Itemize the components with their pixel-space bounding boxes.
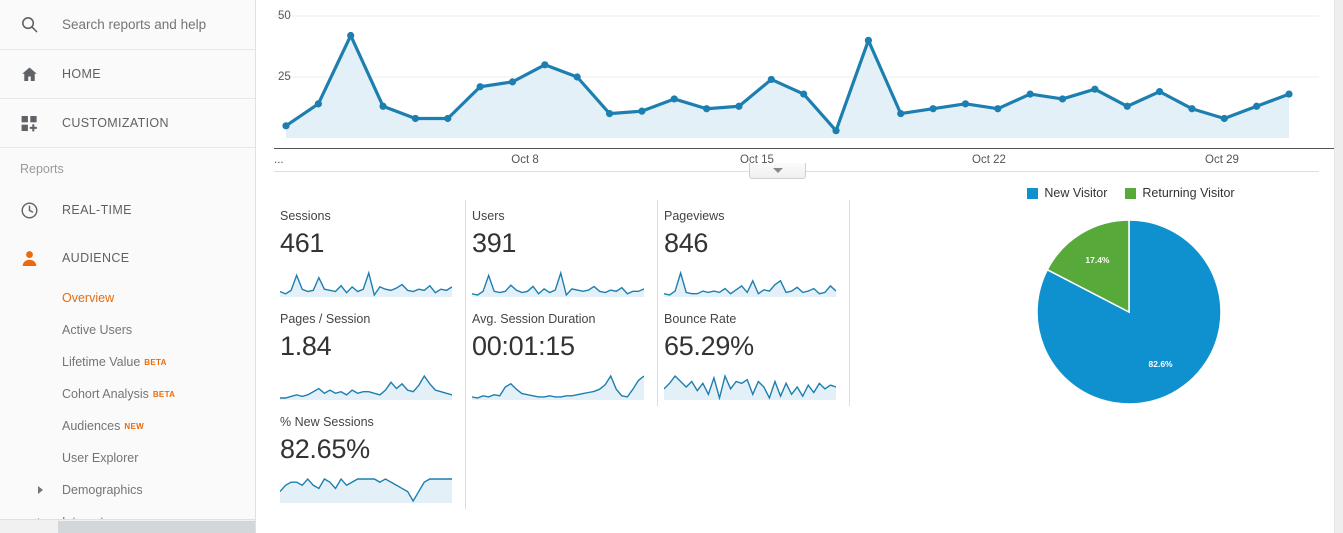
legend-label: Returning Visitor: [1142, 186, 1235, 200]
right-edge-strip: [1334, 0, 1343, 533]
sidebar-item-active-users[interactable]: Active Users: [0, 314, 255, 346]
metric-value: 846: [664, 228, 709, 258]
metric-card[interactable]: Pages / Session 1.84: [274, 303, 466, 406]
sidebar-subitem-label: Cohort Analysis: [62, 387, 149, 401]
clock-icon: [20, 201, 48, 220]
metric-sparkline: [664, 373, 836, 400]
metric-sparkline: [280, 477, 452, 503]
sidebar-subitem-label: Active Users: [62, 323, 133, 337]
metric-title: Pages / Session: [280, 312, 371, 326]
sidebar-subitem-label: Lifetime Value: [62, 355, 141, 369]
x-tick-label: ...: [274, 154, 284, 166]
expand-triangle-icon: [38, 486, 43, 494]
metric-card[interactable]: Bounce Rate 65.29%: [658, 303, 850, 406]
legend-color-swatch: [1125, 187, 1137, 199]
metric-title: Sessions: [280, 209, 331, 223]
sidebar-item-demographics[interactable]: Demographics: [0, 474, 255, 506]
sidebar-section-label: Reports: [20, 162, 64, 176]
metric-card[interactable]: Avg. Session Duration 00:01:15: [466, 303, 658, 406]
metric-value: 00:01:15: [472, 331, 575, 361]
metric-sparkline: [280, 374, 452, 400]
sidebar-item-label: CUSTOMIZATION: [62, 116, 169, 130]
metric-cards: Sessions 461 Users 391 Pageviews 846 Pages …: [274, 200, 864, 509]
sidebar-item-audiences[interactable]: Audiences NEW: [0, 410, 255, 442]
sidebar-item-cohort-analysis[interactable]: Cohort Analysis BETA: [0, 378, 255, 410]
metric-value: 82.65%: [280, 434, 370, 464]
sidebar-item-overview[interactable]: Overview: [0, 282, 255, 314]
new-badge: NEW: [124, 421, 144, 431]
metric-title: Users: [472, 209, 505, 223]
sidebar-subitem-label: Demographics: [62, 483, 143, 497]
sidebar-subitem-label: Audiences: [62, 419, 121, 433]
customization-grid-icon: [20, 114, 48, 133]
x-tick-label: Oct 8: [511, 154, 539, 166]
beta-badge: BETA: [144, 357, 167, 367]
person-icon: [20, 249, 48, 268]
metric-title: Pageviews: [664, 209, 725, 223]
visitor-type-pie-block: New Visitor Returning Visitor 82.6% 17.4%: [956, 182, 1306, 422]
metric-value: 461: [280, 228, 325, 258]
line-chart-svg: [274, 15, 1319, 138]
search-bar[interactable]: [0, 0, 255, 50]
metric-sparkline: [472, 270, 644, 297]
x-axis-labels: ... Oct 8 Oct 15 Oct 22 Oct 29: [274, 148, 1339, 170]
sidebar-item-user-explorer[interactable]: User Explorer: [0, 442, 255, 474]
scrollbar-thumb[interactable]: [58, 521, 255, 533]
metric-card[interactable]: Users 391: [466, 200, 658, 303]
pie-legend-item[interactable]: New Visitor: [1027, 186, 1107, 200]
sidebar-item-label: AUDIENCE: [62, 251, 130, 265]
beta-badge: BETA: [152, 389, 176, 399]
sidebar-item-real-time[interactable]: REAL-TIME: [0, 186, 255, 234]
legend-label: New Visitor: [1044, 186, 1108, 200]
metric-title: Bounce Rate: [664, 312, 737, 326]
pie-legend: New Visitor Returning Visitor: [956, 182, 1306, 204]
chart-collapse-handle[interactable]: [749, 163, 806, 179]
metric-sparkline: [280, 270, 452, 297]
sidebar-subitem-label: Overview: [62, 291, 115, 305]
sidebar-item-lifetime-value[interactable]: Lifetime Value BETA: [0, 346, 255, 378]
left-sidebar: HOME CUSTOMIZATION Reports: [0, 0, 256, 533]
y-axis-tick-50: 50: [278, 10, 291, 22]
svg-text:82.6%: 82.6%: [1149, 359, 1174, 369]
search-icon: [20, 15, 48, 34]
metric-title: Avg. Session Duration: [472, 312, 596, 326]
metric-card[interactable]: Sessions 461: [274, 200, 466, 303]
pie-legend-item[interactable]: Returning Visitor: [1125, 186, 1235, 200]
sidebar-item-audience[interactable]: AUDIENCE: [0, 234, 255, 282]
sidebar-item-label: HOME: [62, 67, 101, 81]
metric-value: 391: [472, 228, 517, 258]
y-axis-tick-25: 25: [278, 71, 291, 83]
metric-value: 65.29%: [664, 331, 754, 361]
x-tick-label: Oct 22: [972, 154, 1006, 166]
visitor-type-pie-chart[interactable]: 82.6% 17.4%: [1033, 216, 1229, 412]
sidebar-item-customization[interactable]: CUSTOMIZATION: [0, 99, 255, 148]
metric-sparkline: [664, 270, 836, 297]
main-content: 50 25 ... Oct 8 Oct 15 Oct 22 Oct 29 Session…: [256, 0, 1343, 533]
metric-card[interactable]: % New Sessions 82.65%: [274, 406, 466, 509]
sidebar-item-home[interactable]: HOME: [0, 50, 255, 99]
x-tick-label: Oct 29: [1205, 154, 1239, 166]
sidebar-subitem-label: User Explorer: [62, 451, 139, 465]
metric-title: % New Sessions: [280, 415, 374, 429]
analytics-dashboard: HOME CUSTOMIZATION Reports: [0, 0, 1343, 533]
search-input[interactable]: [62, 17, 242, 32]
sessions-line-chart[interactable]: 50 25: [274, 0, 1339, 148]
chevron-down-icon: [772, 168, 783, 173]
metric-value: 1.84: [280, 331, 332, 361]
sidebar-item-label: REAL-TIME: [62, 203, 132, 217]
home-icon: [20, 65, 48, 84]
svg-text:17.4%: 17.4%: [1085, 255, 1110, 265]
metric-sparkline: [472, 374, 644, 400]
legend-color-swatch: [1027, 187, 1039, 199]
sidebar-horizontal-scrollbar[interactable]: [0, 519, 255, 533]
metric-card[interactable]: Pageviews 846: [658, 200, 850, 303]
